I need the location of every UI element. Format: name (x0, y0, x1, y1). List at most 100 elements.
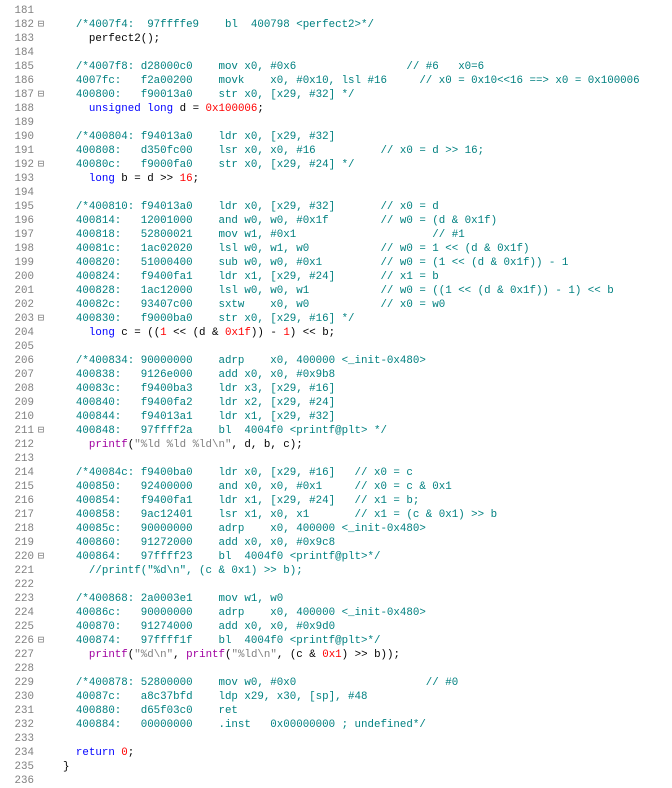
code-text: 400830: f9000ba0 str x0, [x29, #16] */ (48, 312, 672, 326)
code-line[interactable]: 210 400844: f94013a1 ldr x1, [x29, #32] (0, 410, 672, 424)
code-line[interactable]: 206 /*400834: 90000000 adrp x0, 400000 <… (0, 354, 672, 368)
code-line[interactable]: 218 40085c: 90000000 adrp x0, 400000 <_i… (0, 522, 672, 536)
code-line[interactable]: 211⊟ 400848: 97ffff2a bl 4004f0 <printf@… (0, 424, 672, 438)
line-number: 231 (0, 704, 34, 718)
code-line[interactable]: 185 /*4007f8: d28000c0 mov x0, #0x6 // #… (0, 60, 672, 74)
code-line[interactable]: 215 400850: 92400000 and x0, x0, #0x1 //… (0, 480, 672, 494)
code-line[interactable]: 201 400828: 1ac12000 lsl w0, w0, w1 // w… (0, 284, 672, 298)
code-line[interactable]: 192⊟ 40080c: f9000fa0 str x0, [x29, #24]… (0, 158, 672, 172)
code-line[interactable]: 220⊟ 400864: 97ffff23 bl 4004f0 <printf@… (0, 550, 672, 564)
code-line[interactable]: 194 (0, 186, 672, 200)
code-editor[interactable]: 181182⊟ /*4007f4: 97ffffe9 bl 400798 <pe… (0, 4, 672, 788)
code-line[interactable]: 219 400860: 91272000 add x0, x0, #0x9c8 (0, 536, 672, 550)
code-text: 400824: f9400fa1 ldr x1, [x29, #24] // x… (48, 270, 672, 284)
code-line[interactable]: 216 400854: f9400fa1 ldr x1, [x29, #24] … (0, 494, 672, 508)
code-text (48, 46, 672, 60)
code-line[interactable]: 198 40081c: 1ac02020 lsl w0, w1, w0 // w… (0, 242, 672, 256)
code-line[interactable]: 187⊟ 400800: f90013a0 str x0, [x29, #32]… (0, 88, 672, 102)
code-line[interactable]: 184 (0, 46, 672, 60)
code-text: 400858: 9ac12401 lsr x1, x0, x1 // x1 = … (48, 508, 672, 522)
code-line[interactable]: 207 400838: 9126e000 add x0, x0, #0x9b8 (0, 368, 672, 382)
fold-icon (34, 592, 48, 606)
code-line[interactable]: 228 (0, 662, 672, 676)
code-line[interactable]: 189 (0, 116, 672, 130)
code-line[interactable]: 217 400858: 9ac12401 lsr x1, x0, x1 // x… (0, 508, 672, 522)
code-line[interactable]: 182⊟ /*4007f4: 97ffffe9 bl 400798 <perfe… (0, 18, 672, 32)
code-text: 40086c: 90000000 adrp x0, 400000 <_init-… (48, 606, 672, 620)
line-number: 223 (0, 592, 34, 606)
code-line[interactable]: 197 400818: 52800021 mov w1, #0x1 // #1 (0, 228, 672, 242)
fold-icon (34, 662, 48, 676)
fold-icon[interactable]: ⊟ (34, 634, 48, 648)
code-line[interactable]: 227 printf("%d\n", printf("%ld\n", (c & … (0, 648, 672, 662)
line-number: 215 (0, 480, 34, 494)
code-line[interactable]: 223 /*400868: 2a0003e1 mov w1, w0 (0, 592, 672, 606)
code-text: /*4007f4: 97ffffe9 bl 400798 <perfect2>*… (48, 18, 672, 32)
fold-icon[interactable]: ⊟ (34, 312, 48, 326)
code-line[interactable]: 209 400840: f9400fa2 ldr x2, [x29, #24] (0, 396, 672, 410)
code-line[interactable]: 231 400880: d65f03c0 ret (0, 704, 672, 718)
code-line[interactable]: 199 400820: 51000400 sub w0, w0, #0x1 //… (0, 256, 672, 270)
line-number: 214 (0, 466, 34, 480)
code-line[interactable]: 233 (0, 732, 672, 746)
line-number: 200 (0, 270, 34, 284)
code-line[interactable]: 225 400870: 91274000 add x0, x0, #0x9d0 (0, 620, 672, 634)
code-line[interactable]: 230 40087c: a8c37bfd ldp x29, x30, [sp],… (0, 690, 672, 704)
code-line[interactable]: 235 } (0, 760, 672, 774)
line-number: 234 (0, 746, 34, 760)
line-number: 196 (0, 214, 34, 228)
code-line[interactable]: 213 (0, 452, 672, 466)
line-number: 209 (0, 396, 34, 410)
code-line[interactable]: 202 40082c: 93407c00 sxtw x0, w0 // x0 =… (0, 298, 672, 312)
line-number: 191 (0, 144, 34, 158)
code-line[interactable]: 193 long b = d >> 16; (0, 172, 672, 186)
code-line[interactable]: 214 /*40084c: f9400ba0 ldr x0, [x29, #16… (0, 466, 672, 480)
code-line[interactable]: 234 return 0; (0, 746, 672, 760)
code-text: 400808: d350fc00 lsr x0, x0, #16 // x0 =… (48, 144, 672, 158)
line-number: 218 (0, 522, 34, 536)
code-line[interactable]: 232 400884: 00000000 .inst 0x00000000 ; … (0, 718, 672, 732)
fold-icon[interactable]: ⊟ (34, 550, 48, 564)
code-text (48, 452, 672, 466)
code-line[interactable]: 204 long c = ((1 << (d & 0x1f)) - 1) << … (0, 326, 672, 340)
line-number: 192 (0, 158, 34, 172)
code-line[interactable]: 191 400808: d350fc00 lsr x0, x0, #16 // … (0, 144, 672, 158)
fold-icon[interactable]: ⊟ (34, 158, 48, 172)
fold-icon (34, 60, 48, 74)
fold-icon (34, 648, 48, 662)
code-line[interactable]: 203⊟ 400830: f9000ba0 str x0, [x29, #16]… (0, 312, 672, 326)
code-line[interactable]: 190 /*400804: f94013a0 ldr x0, [x29, #32… (0, 130, 672, 144)
fold-icon (34, 102, 48, 116)
code-line[interactable]: 186 4007fc: f2a00200 movk x0, #0x10, lsl… (0, 74, 672, 88)
code-text: printf("%ld %ld %ld\n", d, b, c); (48, 438, 672, 452)
fold-icon[interactable]: ⊟ (34, 424, 48, 438)
line-number: 213 (0, 452, 34, 466)
fold-icon[interactable]: ⊟ (34, 18, 48, 32)
code-text: 40083c: f9400ba3 ldr x3, [x29, #16] (48, 382, 672, 396)
line-number: 187 (0, 88, 34, 102)
code-line[interactable]: 222 (0, 578, 672, 592)
code-text: return 0; (48, 746, 672, 760)
code-line[interactable]: 196 400814: 12001000 and w0, w0, #0x1f /… (0, 214, 672, 228)
code-text: /*400868: 2a0003e1 mov w1, w0 (48, 592, 672, 606)
code-line[interactable]: 224 40086c: 90000000 adrp x0, 400000 <_i… (0, 606, 672, 620)
code-line[interactable]: 205 (0, 340, 672, 354)
code-text: /*400804: f94013a0 ldr x0, [x29, #32] (48, 130, 672, 144)
code-line[interactable]: 236 (0, 774, 672, 788)
code-line[interactable]: 229 /*400878: 52800000 mov w0, #0x0 // #… (0, 676, 672, 690)
code-line[interactable]: 208 40083c: f9400ba3 ldr x3, [x29, #16] (0, 382, 672, 396)
code-line[interactable]: 181 (0, 4, 672, 18)
line-number: 185 (0, 60, 34, 74)
code-text: /*400810: f94013a0 ldr x0, [x29, #32] //… (48, 200, 672, 214)
fold-icon[interactable]: ⊟ (34, 88, 48, 102)
fold-icon (34, 438, 48, 452)
line-number: 205 (0, 340, 34, 354)
code-line[interactable]: 221 //printf("%d\n", (c & 0x1) >> b); (0, 564, 672, 578)
code-line[interactable]: 226⊟ 400874: 97ffff1f bl 4004f0 <printf@… (0, 634, 672, 648)
code-line[interactable]: 195 /*400810: f94013a0 ldr x0, [x29, #32… (0, 200, 672, 214)
code-line[interactable]: 183 perfect2(); (0, 32, 672, 46)
code-line[interactable]: 212 printf("%ld %ld %ld\n", d, b, c); (0, 438, 672, 452)
code-line[interactable]: 200 400824: f9400fa1 ldr x1, [x29, #24] … (0, 270, 672, 284)
code-line[interactable]: 188 unsigned long d = 0x100006; (0, 102, 672, 116)
code-text: 400864: 97ffff23 bl 4004f0 <printf@plt>*… (48, 550, 672, 564)
